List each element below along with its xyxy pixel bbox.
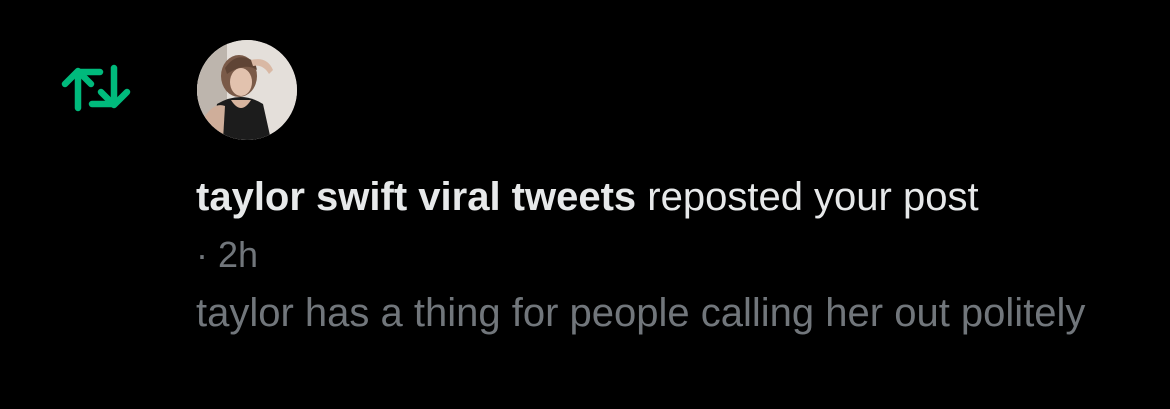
notification-headline: taylor swift viral tweets reposted your … [196,168,1156,226]
notification-content: taylor swift viral tweets reposted your … [196,168,1156,342]
user-name[interactable]: taylor swift viral tweets [196,175,636,219]
action-text: reposted your post [636,175,979,219]
repost-notification[interactable]: taylor swift viral tweets reposted your … [0,0,1170,409]
post-text[interactable]: taylor has a thing for people calling he… [196,284,1136,342]
avatar[interactable] [197,40,297,140]
meta-separator: · [196,234,208,275]
repost-icon [58,62,134,114]
timestamp[interactable]: 2h [218,234,258,275]
post-meta: · 2h [196,226,1156,284]
